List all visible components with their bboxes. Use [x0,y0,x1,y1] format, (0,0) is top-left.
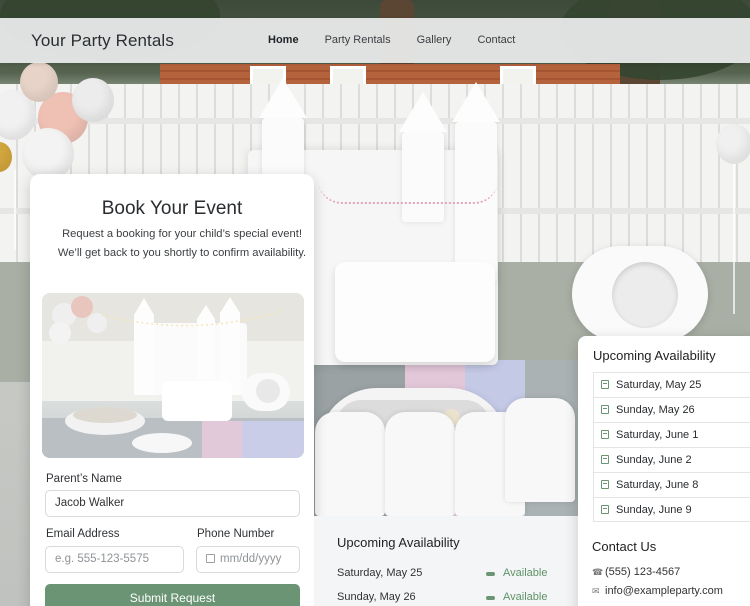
date-label: Saturday, June 8 [616,479,699,491]
balloon [72,78,114,122]
nav-link-party-rentals[interactable]: Party Rentals [325,34,391,46]
availability-list: Saturday, May 25 Sunday, May 26 Saturday… [593,372,750,522]
fence-rail [0,118,750,124]
parent-name-input[interactable]: Jacob Walker [45,490,300,517]
availability-date-item[interactable]: Sunday, June 2 [593,447,750,472]
balloon [22,128,74,180]
main-nav: Home Party Rentals Gallery Contact [268,34,541,46]
calendar-icon [601,430,609,439]
castle-spire [452,82,500,122]
email-label: Email Address [46,528,120,540]
phone-input[interactable]: mm/dd/yyyy [196,546,300,573]
brand-logo-text[interactable]: Your Party Rentals [31,31,174,51]
balloon [716,124,750,164]
availability-date-item[interactable]: Saturday, June 8 [593,472,750,497]
availability-card: Upcoming Availability Saturday, May 25 S… [578,336,750,606]
contact-phone: (555) 123-4567 [605,566,681,578]
availability-date-item[interactable]: Saturday, June 1 [593,422,750,447]
parent-name-label: Parent’s Name [46,473,122,485]
balloon-string [733,164,735,314]
booking-card: Book Your Event Request a booking for yo… [30,174,314,606]
date-label: Sunday, June 9 [616,504,692,516]
status-dot-icon [486,596,495,600]
play-gate [315,412,385,516]
site-header: Your Party Rentals Home Party Rentals Ga… [0,18,750,63]
calendar-icon [601,505,609,514]
play-gate [505,398,575,502]
booking-subtitle: Request a booking for your child’s speci… [57,228,307,259]
calendar-icon [601,455,609,464]
availability-row: Sunday, May 26 Available [337,591,567,603]
availability-status: Available [503,591,548,603]
date-label: Saturday, May 25 [616,379,702,391]
castle-spire [399,92,447,132]
availability-section-title: Upcoming Availability [337,535,460,550]
availability-section: Upcoming Availability Saturday, May 25 A… [314,516,580,606]
status-dot-icon [486,572,495,576]
play-gate [385,412,455,516]
envelope-icon: ✉ [592,586,600,596]
date-label: Sunday, May 26 [616,404,695,416]
contact-email-line[interactable]: ✉ info@exampleparty.com [592,585,723,597]
calendar-icon [206,554,215,563]
availability-status: Available [503,567,548,579]
availability-date: Sunday, May 26 [337,591,416,603]
contact-phone-line[interactable]: ☎ (555) 123-4567 [592,566,680,578]
castle-preview-illustration [42,293,304,458]
date-label: Saturday, June 1 [616,429,699,441]
availability-date-item[interactable]: Saturday, May 25 [593,372,750,397]
phone-icon: ☎ [592,567,604,577]
contact-email: info@exampleparty.com [605,585,723,597]
calendar-icon [601,380,609,389]
upcoming-availability-title: Upcoming Availability [593,348,716,363]
foam-tunnel-opening [612,262,678,328]
availability-row: Saturday, May 25 Available [337,567,567,579]
castle-slide [335,262,495,362]
bunting-lights [318,180,498,204]
calendar-icon [601,480,609,489]
email-input[interactable]: e.g. 555-123-5575 [45,546,184,573]
nav-link-home[interactable]: Home [268,34,299,46]
castle-preview-image [42,293,304,458]
contact-us-title: Contact Us [592,539,657,554]
date-label: Sunday, June 2 [616,454,692,466]
phone-label: Phone Number [197,528,275,540]
nav-link-gallery[interactable]: Gallery [417,34,452,46]
booking-title: Book Your Event [101,198,243,219]
nav-link-contact[interactable]: Contact [477,34,515,46]
balloon-string [14,170,16,250]
submit-request-button[interactable]: Submit Request [45,584,300,606]
balloon [20,62,58,102]
calendar-icon [601,405,609,414]
availability-date: Saturday, May 25 [337,567,423,579]
castle-tower [402,132,444,222]
phone-input-placeholder: mm/dd/yyyy [220,553,282,565]
availability-date-item[interactable]: Sunday, May 26 [593,397,750,422]
castle-spire [259,78,307,118]
availability-date-item[interactable]: Sunday, June 9 [593,497,750,522]
